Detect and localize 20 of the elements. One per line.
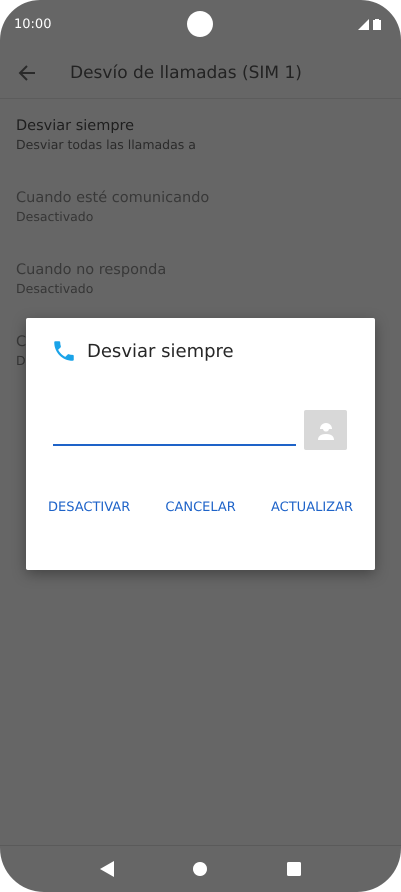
recents-nav-button[interactable] (287, 862, 302, 876)
signal-icon (358, 18, 369, 30)
home-nav-button[interactable] (193, 862, 208, 876)
screen-title: Desvío de llamadas (SIM 1) (70, 63, 302, 83)
dialog-title: Desviar siempre (87, 340, 234, 362)
back-arrow-icon (18, 64, 36, 82)
person-icon (316, 420, 336, 440)
dialog-button[interactable]: CANCELAR (165, 496, 236, 519)
square-icon (287, 862, 302, 876)
back-nav-button[interactable] (100, 861, 114, 877)
circle-icon (193, 862, 208, 876)
dialog-button[interactable]: ACTUALIZAR (271, 496, 353, 519)
status-time: 10:00 (14, 16, 52, 32)
dialog-button[interactable]: DESACTIVAR (48, 496, 130, 519)
setting-title[interactable]: Desviar siempre (16, 118, 134, 134)
camera-cutout-icon (187, 11, 213, 37)
battery-icon (373, 18, 381, 30)
back-button[interactable] (18, 63, 38, 83)
triangle-icon (100, 861, 114, 877)
setting-summary: Desviar todas las llamadas a (16, 137, 197, 152)
